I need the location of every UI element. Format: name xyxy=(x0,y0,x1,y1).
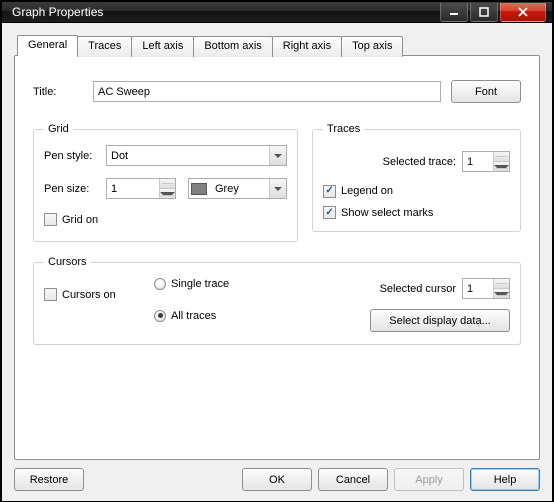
window-title: Graph Properties xyxy=(12,5,440,19)
spin-down-icon[interactable] xyxy=(494,162,509,171)
selected-cursor-spinner[interactable]: 1 xyxy=(462,278,510,299)
select-display-data-button[interactable]: Select display data... xyxy=(370,309,510,332)
selected-cursor-label: Selected cursor xyxy=(380,283,456,295)
single-trace-radio[interactable]: Single trace xyxy=(154,278,229,290)
pen-style-combo[interactable]: Dot xyxy=(106,145,287,166)
pen-color-combo[interactable]: Grey xyxy=(188,178,287,199)
tab-left-axis[interactable]: Left axis xyxy=(131,36,194,57)
show-marks-checkbox[interactable]: Show select marks xyxy=(323,206,433,219)
pen-color-value: Grey xyxy=(211,183,269,195)
grid-group: Grid Pen style: Dot Pen size: xyxy=(33,123,298,242)
grid-on-checkbox[interactable]: Grid on xyxy=(44,213,98,226)
checkbox-icon xyxy=(323,206,336,219)
spin-down-icon[interactable] xyxy=(494,289,509,298)
spin-up-icon[interactable] xyxy=(494,279,509,289)
tab-traces[interactable]: Traces xyxy=(77,36,132,57)
pen-size-value: 1 xyxy=(107,183,159,195)
show-marks-label: Show select marks xyxy=(341,207,433,219)
color-swatch-icon xyxy=(191,183,207,195)
single-trace-label: Single trace xyxy=(171,278,229,290)
selected-trace-spinner[interactable]: 1 xyxy=(462,151,510,172)
pen-style-label: Pen style: xyxy=(44,150,100,162)
pen-size-label: Pen size: xyxy=(44,183,100,195)
cancel-button[interactable]: Cancel xyxy=(318,468,388,491)
help-button[interactable]: Help xyxy=(470,468,540,491)
spin-down-icon[interactable] xyxy=(160,189,175,198)
pen-style-value: Dot xyxy=(107,150,269,162)
checkbox-icon xyxy=(44,213,57,226)
legend-on-checkbox[interactable]: Legend on xyxy=(323,185,393,198)
tab-right-axis[interactable]: Right axis xyxy=(272,36,342,57)
cursors-group: Cursors Cursors on xyxy=(33,256,521,345)
checkbox-icon xyxy=(323,185,336,198)
radio-icon xyxy=(154,310,166,322)
maximize-button[interactable] xyxy=(470,3,498,22)
all-traces-label: All traces xyxy=(171,310,216,322)
window-frame: Graph Properties General Traces Left xyxy=(0,0,554,502)
apply-button[interactable]: Apply xyxy=(394,468,464,491)
titlebar[interactable]: Graph Properties xyxy=(2,2,552,23)
font-button[interactable]: Font xyxy=(451,80,521,103)
minimize-button[interactable] xyxy=(440,3,468,22)
legend-on-label: Legend on xyxy=(341,185,393,197)
traces-group: Traces Selected trace: 1 xyxy=(312,123,521,232)
selected-trace-label: Selected trace: xyxy=(383,156,456,168)
all-traces-radio[interactable]: All traces xyxy=(154,310,216,322)
title-input[interactable] xyxy=(93,81,441,102)
title-label: Title: xyxy=(33,86,83,98)
spin-up-icon[interactable] xyxy=(494,152,509,162)
tabstrip: General Traces Left axis Bottom axis Rig… xyxy=(14,35,540,56)
cursors-on-label: Cursors on xyxy=(62,289,116,301)
selected-trace-value: 1 xyxy=(463,156,493,168)
ok-button[interactable]: OK xyxy=(242,468,312,491)
chevron-down-icon xyxy=(269,146,286,165)
tab-panel-general: Title: Font Grid Pen style: Dot xyxy=(14,55,540,460)
selected-cursor-value: 1 xyxy=(463,283,493,295)
traces-legend: Traces xyxy=(323,123,364,135)
chevron-down-icon xyxy=(269,179,286,198)
cursors-on-checkbox[interactable]: Cursors on xyxy=(44,288,116,301)
cursors-legend: Cursors xyxy=(44,256,91,268)
tab-bottom-axis[interactable]: Bottom axis xyxy=(193,36,272,57)
grid-on-label: Grid on xyxy=(62,214,98,226)
pen-size-spinner[interactable]: 1 xyxy=(106,178,176,199)
restore-button[interactable]: Restore xyxy=(14,468,84,491)
tab-general[interactable]: General xyxy=(17,35,78,56)
radio-icon xyxy=(154,278,166,290)
spin-up-icon[interactable] xyxy=(160,179,175,189)
tab-top-axis[interactable]: Top axis xyxy=(341,36,403,57)
checkbox-icon xyxy=(44,288,57,301)
grid-legend: Grid xyxy=(44,123,73,135)
close-button[interactable] xyxy=(500,3,546,22)
